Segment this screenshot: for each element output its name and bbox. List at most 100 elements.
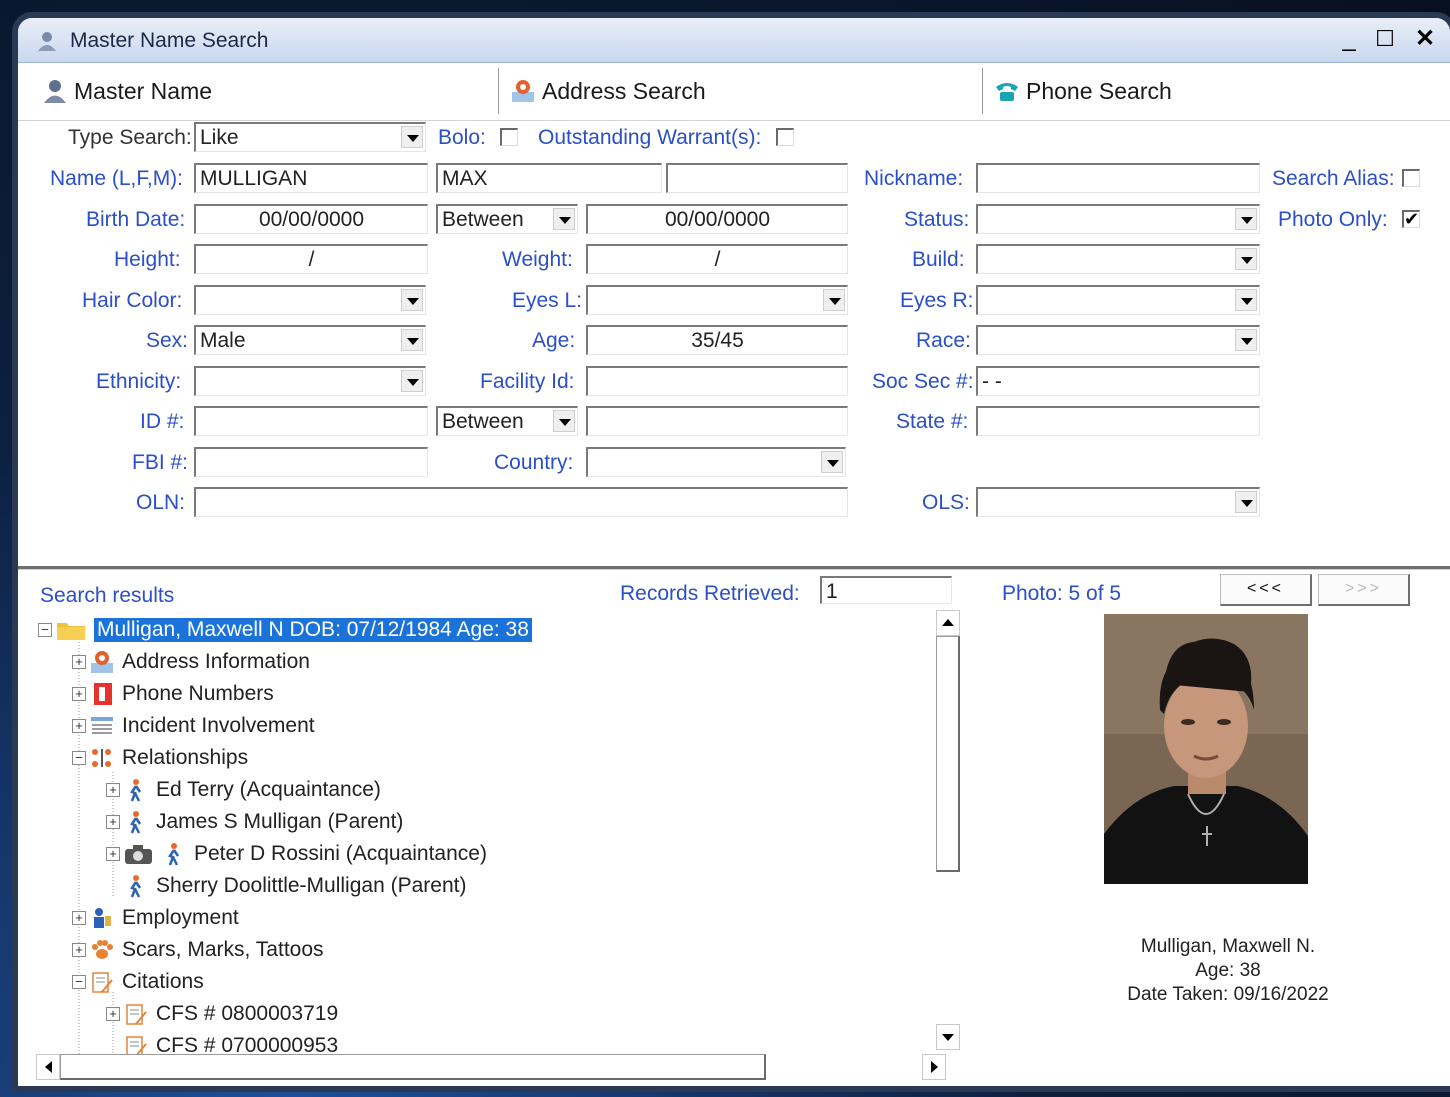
sex-select[interactable]: Male: [194, 325, 426, 355]
tree-node-address-information[interactable]: + Address Information: [72, 647, 310, 677]
tree-node-person[interactable]: − Mulligan, Maxwell N DOB: 07/12/1984 Ag…: [38, 615, 532, 645]
results-tree: − Mulligan, Maxwell N DOB: 07/12/1984 Ag…: [36, 608, 936, 1058]
photo-only-checkbox[interactable]: ✔: [1402, 210, 1420, 228]
tree-node-label: Citations: [122, 970, 204, 993]
tree-node-phone-numbers[interactable]: + Phone Numbers: [72, 679, 274, 709]
next-photo-button[interactable]: >>>: [1318, 574, 1410, 606]
chevron-down-icon: [401, 329, 423, 351]
tree-node-relationship[interactable]: + Peter D Rossini (Acquaintance): [106, 839, 487, 869]
title-bar: Master Name Search _ ☐ ✕: [18, 18, 1450, 63]
bolo-checkbox[interactable]: [500, 128, 518, 146]
scroll-up-button[interactable]: [936, 610, 960, 636]
state-number-input[interactable]: [976, 406, 1260, 436]
nickname-label: Nickname:: [864, 167, 964, 190]
arrow-right-icon: [931, 1061, 938, 1073]
previous-photo-button[interactable]: <<<: [1220, 574, 1312, 606]
expand-icon[interactable]: +: [106, 815, 120, 829]
tree-node-label: James S Mulligan (Parent): [156, 810, 404, 833]
id-operator-select[interactable]: Between: [436, 406, 578, 436]
tab-phone-search[interactable]: Phone Search: [994, 64, 1172, 118]
birth-date-from-input[interactable]: 00/00/0000: [194, 204, 428, 234]
first-name-input[interactable]: MAX: [436, 163, 662, 193]
minimize-button[interactable]: _: [1334, 26, 1364, 54]
build-select[interactable]: [976, 244, 1260, 274]
eyes-r-label: Eyes R:: [900, 289, 974, 312]
horizontal-scroll-thumb[interactable]: [60, 1054, 766, 1080]
ethnicity-select[interactable]: [194, 366, 426, 396]
oln-label: OLN:: [136, 491, 186, 514]
status-select[interactable]: [976, 204, 1260, 234]
name-label: Name (L,F,M):: [50, 167, 184, 190]
oln-input[interactable]: [194, 487, 848, 517]
fbi-number-label: FBI #:: [132, 451, 189, 474]
id-number-to-input[interactable]: [586, 406, 848, 436]
tree-node-incident-involvement[interactable]: + Incident Involvement: [72, 711, 315, 741]
tree-node-label: Ed Terry (Acquaintance): [156, 778, 381, 801]
race-select[interactable]: [976, 325, 1260, 355]
tree-node-relationships[interactable]: − Relationships: [72, 743, 248, 773]
search-alias-label: Search Alias:: [1272, 167, 1395, 190]
country-select[interactable]: [586, 447, 846, 477]
tree-horizontal-scrollbar[interactable]: [36, 1054, 956, 1082]
expand-icon[interactable]: +: [106, 783, 120, 797]
tree-node-citations[interactable]: − Citations: [72, 967, 204, 997]
tree-node-relationship[interactable]: Sherry Doolittle-Mulligan (Parent): [124, 871, 466, 901]
expand-icon[interactable]: +: [72, 655, 86, 669]
tab-master-name[interactable]: Master Name: [42, 64, 212, 118]
ols-select[interactable]: [976, 487, 1260, 517]
arrow-up-icon: [942, 619, 954, 626]
close-button[interactable]: ✕: [1410, 26, 1440, 54]
hair-color-select[interactable]: [194, 285, 426, 315]
chevron-down-icon: [553, 410, 575, 432]
weight-input[interactable]: /: [586, 244, 848, 274]
collapse-icon[interactable]: −: [38, 623, 52, 637]
expand-icon[interactable]: +: [72, 719, 86, 733]
folder-icon: [57, 623, 85, 640]
tab-address-search[interactable]: Address Search: [510, 64, 706, 118]
scroll-left-button[interactable]: [36, 1054, 60, 1080]
hair-color-label: Hair Color:: [82, 289, 183, 312]
window-title: Master Name Search: [70, 29, 269, 52]
tree-node-employment[interactable]: + Employment: [72, 903, 239, 933]
birth-date-to-input[interactable]: 00/00/0000: [586, 204, 848, 234]
tree-node-relationship[interactable]: + Ed Terry (Acquaintance): [106, 775, 381, 805]
expand-icon[interactable]: +: [106, 1007, 120, 1021]
search-alias-checkbox[interactable]: [1402, 169, 1420, 187]
collapse-icon[interactable]: −: [72, 975, 86, 989]
middle-name-input[interactable]: [666, 163, 848, 193]
outstanding-warrant-checkbox[interactable]: [776, 128, 794, 146]
outstanding-warrant-label: Outstanding Warrant(s):: [538, 126, 762, 149]
expand-icon[interactable]: +: [72, 943, 86, 957]
collapse-icon[interactable]: −: [72, 751, 86, 765]
tree-node-relationship[interactable]: + James S Mulligan (Parent): [106, 807, 403, 837]
photo-caption-date: Date Taken: 09/16/2022: [1127, 984, 1329, 1005]
eyes-r-select[interactable]: [976, 285, 1260, 315]
chevron-down-icon: [1235, 491, 1257, 513]
nickname-input[interactable]: [976, 163, 1260, 193]
type-search-select[interactable]: Like: [194, 122, 426, 152]
fbi-number-input[interactable]: [194, 447, 428, 477]
vertical-scroll-thumb[interactable]: [936, 636, 960, 872]
tree-vertical-scrollbar[interactable]: [934, 610, 962, 1050]
maximize-button[interactable]: ☐: [1370, 26, 1400, 54]
age-input[interactable]: 35/45: [586, 325, 848, 355]
scroll-right-button[interactable]: [922, 1054, 946, 1080]
scroll-down-button[interactable]: [936, 1024, 960, 1050]
tree-node-scars-marks-tattoos[interactable]: + Scars, Marks, Tattoos: [72, 935, 324, 965]
height-input[interactable]: /: [194, 244, 428, 274]
facility-id-input[interactable]: [586, 366, 848, 396]
chevron-down-icon: [1235, 329, 1257, 351]
chevron-down-icon: [823, 289, 845, 311]
photo-only-label: Photo Only:: [1278, 208, 1388, 231]
expand-icon[interactable]: +: [72, 911, 86, 925]
birth-date-operator-select[interactable]: Between: [436, 204, 578, 234]
tree-node-citation[interactable]: + CFS # 0800003719: [106, 999, 338, 1029]
last-name-input[interactable]: MULLIGAN: [194, 163, 428, 193]
expand-icon[interactable]: +: [106, 847, 120, 861]
address-icon: [91, 651, 113, 673]
phone-icon: [996, 83, 1018, 101]
soc-sec-input[interactable]: - -: [976, 366, 1260, 396]
eyes-l-select[interactable]: [586, 285, 848, 315]
id-number-input[interactable]: [194, 406, 428, 436]
expand-icon[interactable]: +: [72, 687, 86, 701]
